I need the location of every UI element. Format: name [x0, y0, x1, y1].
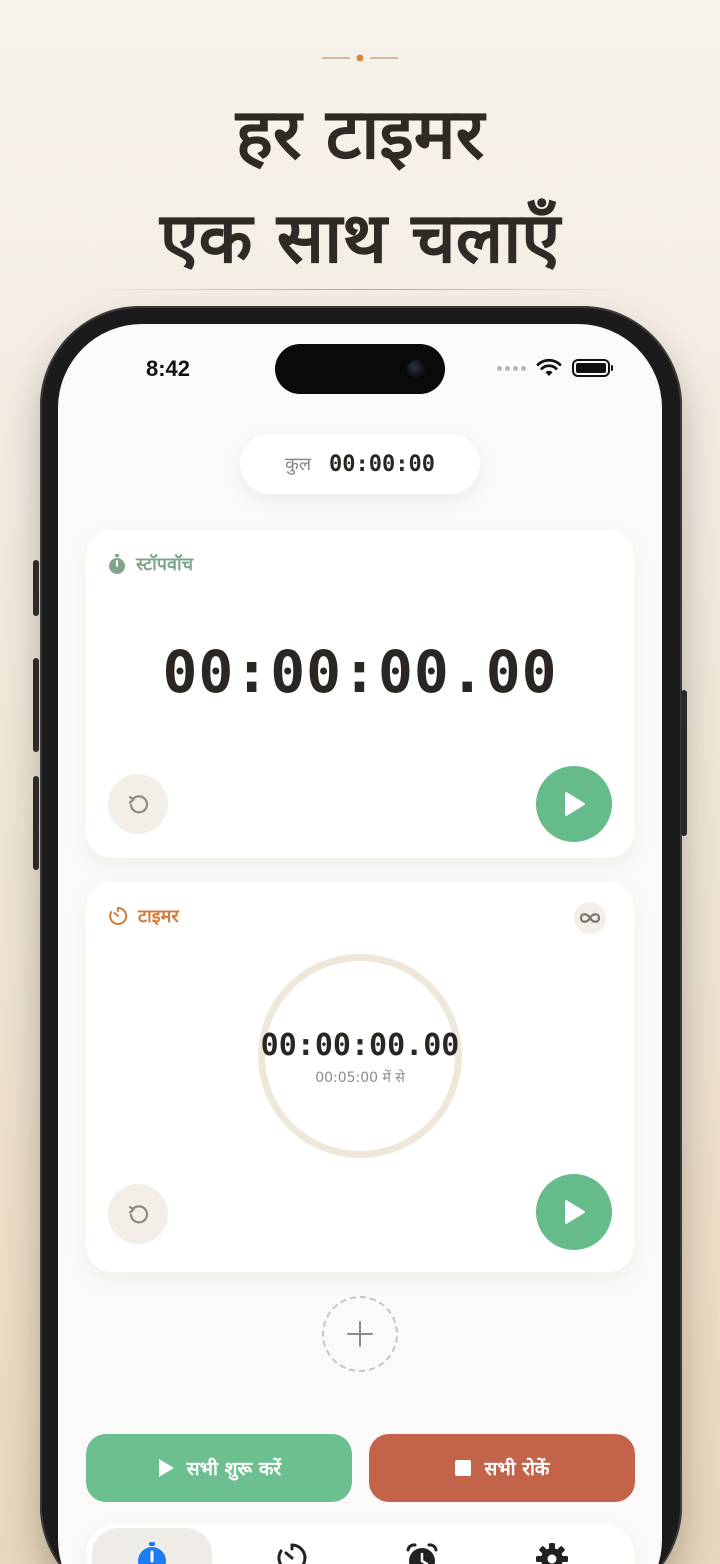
- stopwatch-time: 00:00:00.00: [162, 638, 558, 706]
- total-time-pill: कुल 00:00:00: [240, 434, 480, 494]
- total-label: कुल: [285, 454, 312, 475]
- alarm-clock-icon: [406, 1543, 438, 1564]
- stop-all-button[interactable]: सभी रोकें: [369, 1434, 635, 1502]
- app-screen: 8:42 कुल 00:00:00 स्टॉपवॉच 00:00:00.00 ट…: [58, 324, 662, 1564]
- repeat-toggle-button[interactable]: [574, 902, 606, 934]
- plus-icon: [347, 1321, 373, 1347]
- timer-title: टाइमर: [138, 906, 179, 927]
- timer-icon: [277, 1543, 307, 1564]
- timer-reset-button[interactable]: [108, 1184, 168, 1244]
- add-timer-button[interactable]: [322, 1296, 398, 1372]
- stopwatch-play-button[interactable]: [536, 766, 612, 842]
- headline-underline: [90, 289, 630, 290]
- total-value: 00:00:00: [329, 451, 435, 477]
- phone-volume-down-button: [33, 776, 39, 870]
- battery-icon: [572, 359, 613, 377]
- reset-icon: [128, 1205, 149, 1224]
- timer-icon: [109, 906, 128, 925]
- tab-alarm[interactable]: [362, 1528, 482, 1564]
- dynamic-island: [275, 344, 445, 394]
- status-time: 8:42: [146, 356, 191, 381]
- gear-icon: [536, 1543, 568, 1564]
- wifi-icon: [536, 358, 562, 376]
- tab-timer[interactable]: [232, 1528, 352, 1564]
- stopwatch-title: स्टॉपवॉच: [136, 554, 194, 575]
- timer-time: 00:00:00.00: [260, 1028, 460, 1063]
- stopwatch-card: स्टॉपवॉच 00:00:00.00: [86, 530, 634, 858]
- stopwatch-reset-button[interactable]: [108, 774, 168, 834]
- stopwatch-icon: [138, 1542, 166, 1564]
- stopwatch-card-header: स्टॉपवॉच: [108, 552, 193, 576]
- signal-icon: [497, 365, 526, 371]
- headline-line-1: हर टाइमर: [235, 93, 485, 175]
- status-indicators: [497, 358, 613, 378]
- ornament-divider: [322, 54, 398, 62]
- timer-card-header: टाइमर: [108, 904, 179, 928]
- play-icon: [565, 792, 585, 816]
- play-icon: [158, 1459, 174, 1477]
- stop-icon: [455, 1460, 472, 1476]
- phone-volume-up-button: [33, 658, 39, 752]
- timer-duration-label: 00:05:00 में से: [315, 1070, 405, 1086]
- phone-power-button: [681, 690, 687, 836]
- timer-play-button[interactable]: [536, 1174, 612, 1250]
- camera-icon: [407, 360, 425, 378]
- start-all-label: सभी शुरू करें: [186, 1458, 282, 1480]
- headline-line-2: एक साथ चलाएँ: [159, 197, 561, 279]
- reset-icon: [128, 795, 149, 814]
- tab-bar: [86, 1524, 634, 1564]
- stop-all-label: सभी रोकें: [484, 1458, 550, 1480]
- infinity-icon: [579, 913, 601, 923]
- play-icon: [565, 1200, 585, 1224]
- phone-action-button: [33, 560, 39, 616]
- tab-stopwatch[interactable]: [92, 1528, 212, 1564]
- start-all-button[interactable]: सभी शुरू करें: [86, 1434, 352, 1502]
- stopwatch-icon: [109, 554, 125, 574]
- tab-settings[interactable]: [492, 1528, 612, 1564]
- timer-card: टाइमर 00:00:00.00 00:05:00 में से: [86, 882, 634, 1272]
